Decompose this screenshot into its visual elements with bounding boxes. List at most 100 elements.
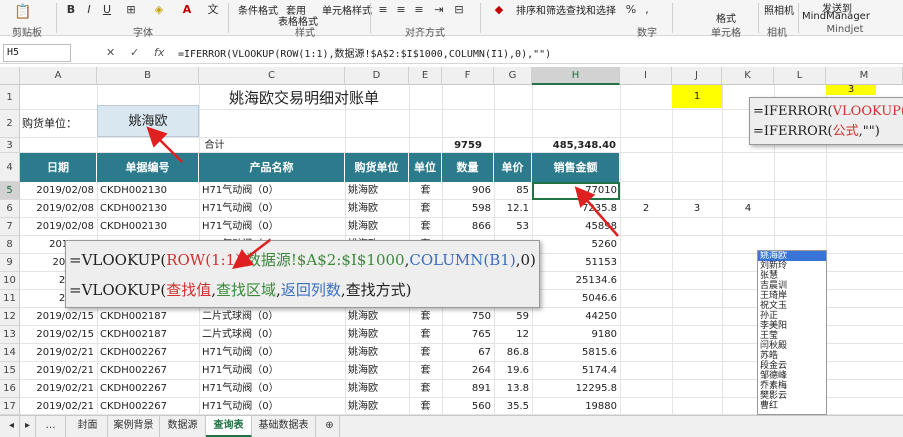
tab-scroll-right-icon[interactable]: ▸ [20, 416, 36, 437]
listbox-item[interactable]: 祝文玉 [758, 301, 826, 311]
table-cell[interactable]: 19880 [532, 398, 620, 415]
row-header-11[interactable]: 11 [0, 290, 20, 308]
table-cell[interactable]: 765 [442, 326, 494, 344]
row-header-16[interactable]: 16 [0, 380, 20, 398]
listbox-item[interactable]: 刘新玲 [758, 261, 826, 271]
conditional-format-button[interactable]: 条件格式 [238, 2, 278, 17]
sheet-tab[interactable]: 基础数据表 [252, 416, 316, 437]
table-cell[interactable]: 套 [409, 218, 442, 236]
table-cell[interactable]: 姚海欧 [345, 182, 409, 200]
align-left-icon[interactable]: ≡ [376, 2, 390, 16]
phonetic-icon[interactable]: 文 [204, 2, 222, 16]
listbox-item[interactable]: 苏皓 [758, 351, 826, 361]
underline-button[interactable]: U [100, 2, 114, 16]
column-header-f[interactable]: F [442, 67, 494, 85]
percent-icon[interactable]: % [624, 2, 638, 16]
row-header-9[interactable]: 9 [0, 254, 20, 272]
listbox-item[interactable]: 段金云 [758, 361, 826, 371]
table-cell[interactable]: CKDH002187 [97, 308, 199, 326]
listbox-item[interactable]: 王莹 [758, 331, 826, 341]
find-select-button[interactable]: 查找和选择 [566, 2, 616, 17]
table-cell[interactable]: 906 [442, 182, 494, 200]
table-cell[interactable]: 姚海欧 [345, 200, 409, 218]
italic-button[interactable]: I [82, 2, 96, 16]
row-header-3[interactable]: 3 [0, 138, 20, 153]
table-cell[interactable]: 二片式球阀（0） [199, 326, 345, 344]
table-cell[interactable]: 35.5 [494, 398, 532, 415]
row-header-12[interactable]: 12 [0, 308, 20, 326]
column-header-g[interactable]: G [494, 67, 532, 85]
table-cell[interactable]: 二片式球阀（0） [199, 308, 345, 326]
table-cell[interactable]: 2019/02/21 [20, 380, 97, 398]
table-cell[interactable]: H71气动阀（0） [199, 182, 345, 200]
row-header-2[interactable]: 2 [0, 110, 20, 138]
name-box[interactable]: H5 [3, 44, 71, 62]
listbox-item[interactable]: 吉晨训 [758, 281, 826, 291]
table-cell[interactable]: 姚海欧 [345, 380, 409, 398]
table-cell[interactable]: 套 [409, 380, 442, 398]
table-cell[interactable]: 姚海欧 [345, 344, 409, 362]
table-cell[interactable]: 姚海欧 [345, 398, 409, 415]
table-cell[interactable]: H71气动阀（0） [199, 344, 345, 362]
table-cell[interactable]: 67 [442, 344, 494, 362]
bold-button[interactable]: B [64, 2, 78, 16]
table-cell[interactable]: 5260 [532, 236, 620, 254]
enter-icon[interactable]: ✓ [130, 46, 139, 59]
table-cell[interactable]: CKDH002267 [97, 362, 199, 380]
listbox-item[interactable]: 闫秋殿 [758, 341, 826, 351]
table-cell[interactable]: 25134.6 [532, 272, 620, 290]
table-cell[interactable]: 85 [494, 182, 532, 200]
table-cell[interactable]: 59 [494, 308, 532, 326]
table-cell[interactable]: CKDH002130 [97, 218, 199, 236]
row-header-8[interactable]: 8 [0, 236, 20, 254]
table-cell[interactable]: 2019/02/15 [20, 326, 97, 344]
sort-filter-button[interactable]: 排序和筛选 [516, 2, 566, 17]
table-cell[interactable]: 姚海欧 [345, 326, 409, 344]
table-cell[interactable]: 19.6 [494, 362, 532, 380]
table-cell[interactable]: 姚海欧 [345, 218, 409, 236]
listbox-item[interactable]: 张慧 [758, 271, 826, 281]
listbox-item[interactable]: 孙正 [758, 311, 826, 321]
table-cell[interactable]: 750 [442, 308, 494, 326]
table-cell[interactable]: 891 [442, 380, 494, 398]
column-header-h[interactable]: H [532, 67, 620, 85]
clear-format-icon[interactable]: ◆ [490, 2, 508, 16]
table-cell[interactable]: 姚海欧 [345, 362, 409, 380]
table-cell[interactable]: 套 [409, 182, 442, 200]
table-cell[interactable]: 2019/02/21 [20, 398, 97, 415]
table-cell[interactable]: H71气动阀（0） [199, 218, 345, 236]
row-header-14[interactable]: 14 [0, 344, 20, 362]
buyer-listbox[interactable]: 姚海欧 刘新玲 张慧 吉晨训 王琦岸 祝文玉 孙正 李美阳 王莹 闫秋殿 苏皓 段金云 邹德峰 乔素梅 樊影… [757, 250, 827, 415]
selected-cell-h5[interactable] [532, 182, 620, 200]
column-header-i[interactable]: I [620, 67, 672, 85]
column-header-k[interactable]: K [722, 67, 774, 85]
fill-color-icon[interactable]: ◈ [150, 2, 168, 16]
table-cell[interactable]: 12.1 [494, 200, 532, 218]
function-icon[interactable]: fx [154, 46, 164, 59]
table-cell[interactable]: 44250 [532, 308, 620, 326]
table-cell[interactable]: 套 [409, 362, 442, 380]
table-cell[interactable]: 2019/02/08 [20, 218, 97, 236]
row-header-1[interactable]: 1 [0, 85, 20, 110]
select-all-corner[interactable] [0, 67, 20, 85]
column-header-j[interactable]: J [672, 67, 722, 85]
paste-icon[interactable]: 📋 [8, 2, 38, 22]
table-cell[interactable]: 560 [442, 398, 494, 415]
listbox-item[interactable]: 姚海欧 [758, 251, 826, 261]
tab-ellipsis[interactable]: … [36, 416, 66, 437]
table-cell[interactable]: 866 [442, 218, 494, 236]
table-cell[interactable]: CKDH002267 [97, 380, 199, 398]
table-cell[interactable]: 53 [494, 218, 532, 236]
table-cell[interactable]: 2019/02/15 [20, 308, 97, 326]
listbox-item[interactable]: 王琦岸 [758, 291, 826, 301]
table-cell[interactable]: 7235.8 [532, 200, 620, 218]
align-center-icon[interactable]: ≡ [394, 2, 408, 16]
table-cell[interactable]: 5174.4 [532, 362, 620, 380]
border-icon[interactable]: ⊞ [122, 2, 140, 16]
table-cell[interactable]: 套 [409, 308, 442, 326]
table-cell[interactable]: 2019/02/08 [20, 200, 97, 218]
table-cell[interactable]: 姚海欧 [345, 308, 409, 326]
table-cell[interactable]: 套 [409, 344, 442, 362]
table-cell[interactable]: 12 [494, 326, 532, 344]
sheet-tab[interactable]: 案例背景 [108, 416, 160, 437]
